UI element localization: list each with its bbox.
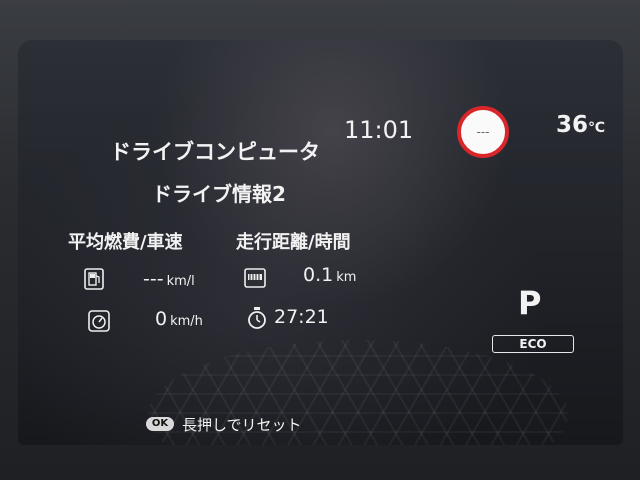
odometer-icon	[244, 268, 266, 288]
drive-time-value: 27:21	[274, 306, 329, 328]
fuel-pump-icon	[84, 268, 104, 290]
gear-indicator: P	[518, 284, 542, 322]
eco-mode-badge: ECO	[492, 335, 574, 353]
distance-time-heading: 走行距離/時間	[236, 232, 351, 253]
distance-readout: 0.1 km	[303, 264, 356, 286]
speedometer-icon	[88, 310, 110, 332]
fuel-economy-readout: --- km/l	[143, 268, 195, 290]
drive-time-readout: 27:21	[274, 306, 329, 328]
ok-button-badge[interactable]: OK	[146, 417, 174, 431]
speed-limit-sign: ---	[457, 106, 509, 158]
reset-hint: 長押しでリセット	[182, 416, 302, 434]
stopwatch-icon	[248, 307, 266, 329]
distance-value: 0.1	[303, 264, 334, 286]
distance-unit: km	[336, 270, 357, 285]
temperature-value: 36	[556, 112, 589, 138]
avg-speed-unit: km/h	[170, 314, 203, 329]
temperature-unit: ℃	[588, 120, 605, 136]
fuel-speed-heading: 平均燃費/車速	[68, 232, 183, 253]
outside-temperature: 36℃	[556, 112, 605, 138]
avg-speed-value: 0	[155, 308, 168, 330]
fuel-economy-unit: km/l	[166, 274, 195, 289]
clock: 11:01	[344, 116, 414, 144]
avg-speed-readout: 0 km/h	[155, 308, 203, 330]
speed-limit-value: ---	[476, 125, 490, 139]
fuel-economy-value: ---	[143, 268, 164, 290]
page-subtitle: ドライブ情報2	[152, 182, 286, 206]
page-title: ドライブコンピュータ	[110, 140, 320, 164]
